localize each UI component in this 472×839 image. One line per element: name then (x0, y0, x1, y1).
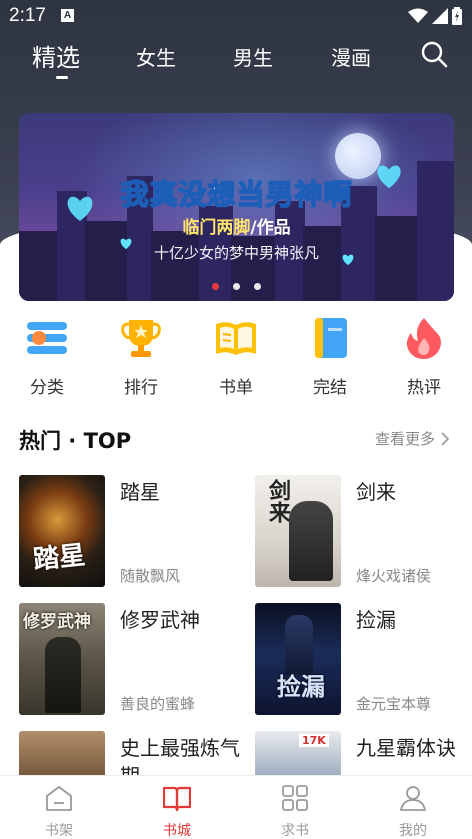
nav-bookstore[interactable]: 书城 (147, 784, 207, 839)
active-tab-indicator (56, 76, 68, 79)
search-icon[interactable] (420, 40, 448, 68)
top-tabs: 精选 女生 男生 漫画 (0, 36, 472, 79)
bookshelf-icon (46, 786, 72, 811)
nav-label: 我的 (399, 823, 427, 839)
book-cover-title: 捡漏 (277, 673, 325, 701)
book-author: 随散飘风 (120, 567, 181, 585)
book-title: 捡漏 (356, 608, 396, 632)
category-icon (27, 322, 67, 354)
banner-title: 我真没想当男神啊 (120, 177, 353, 212)
nav-label: 书城 (163, 823, 191, 839)
book-card[interactable]: 踏星 踏星 随散飘风 (19, 475, 239, 587)
finished-book-icon (315, 318, 347, 358)
book-card[interactable]: 捡漏 捡漏 金元宝本尊 (255, 603, 472, 715)
signal-icon (432, 8, 448, 24)
banner-dot[interactable] (233, 283, 240, 290)
book-author: 金元宝本尊 (356, 695, 432, 713)
booklist-icon (216, 322, 256, 355)
chevron-right-icon (441, 431, 450, 446)
book-title: 九星霸体诀 (356, 736, 456, 760)
nav-bookshelf[interactable]: 书架 (29, 784, 89, 839)
banner-dot[interactable] (212, 283, 219, 290)
status-bar: 2:17 A (0, 0, 472, 32)
banner-dot[interactable] (254, 283, 261, 290)
book-card[interactable]: 剑来 剑来 烽火戏诸侯 (255, 475, 472, 587)
wifi-icon (408, 8, 428, 23)
book-cover-title: 踏星 (31, 540, 87, 576)
book-cover: 修罗武神 (19, 603, 105, 715)
cover-figure (285, 615, 313, 675)
user-icon (400, 786, 426, 811)
status-time: 2:17 (9, 5, 46, 26)
section-title: 热门 · TOP (19, 429, 132, 453)
shortcut-label: 排行 (124, 378, 158, 398)
trophy-icon (121, 320, 161, 357)
nav-request-book[interactable]: 求书 (265, 784, 325, 839)
shortcut-category[interactable]: 分类 (17, 316, 77, 398)
banner-author-name: 临门两脚 (182, 218, 251, 238)
notification-icon: A (61, 9, 74, 22)
see-more-link[interactable]: 查看更多 (375, 428, 450, 449)
category-shortcuts: 分类 排行 书单 完结 热评 (0, 316, 472, 398)
shortcut-hot-comments[interactable]: 热评 (394, 316, 454, 398)
book-cover: 捡漏 (255, 603, 341, 715)
open-book-icon (162, 786, 192, 812)
cover-figure (289, 501, 333, 581)
book-cover-title: 修罗武神 (23, 612, 91, 632)
bottom-navigation: 书架 书城 求书 我的 (0, 775, 472, 839)
shortcut-label: 完结 (313, 378, 347, 398)
book-cover: 剑来 (255, 475, 341, 587)
status-icons (408, 6, 462, 26)
tab-comics[interactable]: 漫画 (331, 42, 371, 71)
promo-banner[interactable]: 我真没想当男神啊 临门两脚/作品 十亿少女的梦中男神张凡 (19, 113, 454, 301)
shortcut-ranking[interactable]: 排行 (111, 316, 171, 398)
nav-profile[interactable]: 我的 (383, 784, 443, 839)
nav-label: 书架 (45, 823, 73, 839)
tab-male[interactable]: 男生 (233, 42, 273, 71)
see-more-label: 查看更多 (375, 430, 436, 448)
banner-author-suffix: /作品 (250, 218, 291, 238)
book-title: 剑来 (356, 480, 396, 504)
book-author: 善良的蜜蜂 (120, 695, 196, 713)
book-card[interactable]: 修罗武神 修罗武神 善良的蜜蜂 (19, 603, 239, 715)
shortcut-label: 书单 (219, 378, 253, 398)
grid-icon (282, 785, 308, 811)
banner-tagline: 十亿少女的梦中男神张凡 (153, 244, 319, 262)
tab-female[interactable]: 女生 (136, 42, 176, 71)
shortcut-label: 分类 (30, 378, 64, 398)
book-author: 烽火戏诸侯 (356, 567, 432, 585)
book-cover: 踏星 (19, 475, 105, 587)
shortcut-finished[interactable]: 完结 (300, 316, 360, 398)
book-cover-badge: 17K (299, 734, 329, 747)
banner-pagination (19, 283, 454, 290)
cover-figure (45, 637, 81, 713)
shortcut-booklist[interactable]: 书单 (206, 316, 266, 398)
battery-icon (452, 7, 462, 25)
book-title: 修罗武神 (120, 608, 200, 632)
tab-featured[interactable]: 精选 (32, 38, 80, 73)
banner-author: 临门两脚/作品 (19, 213, 454, 238)
book-title: 踏星 (120, 480, 160, 504)
shortcut-label: 热评 (407, 378, 441, 398)
flame-icon (406, 318, 441, 359)
nav-label: 求书 (281, 823, 309, 839)
